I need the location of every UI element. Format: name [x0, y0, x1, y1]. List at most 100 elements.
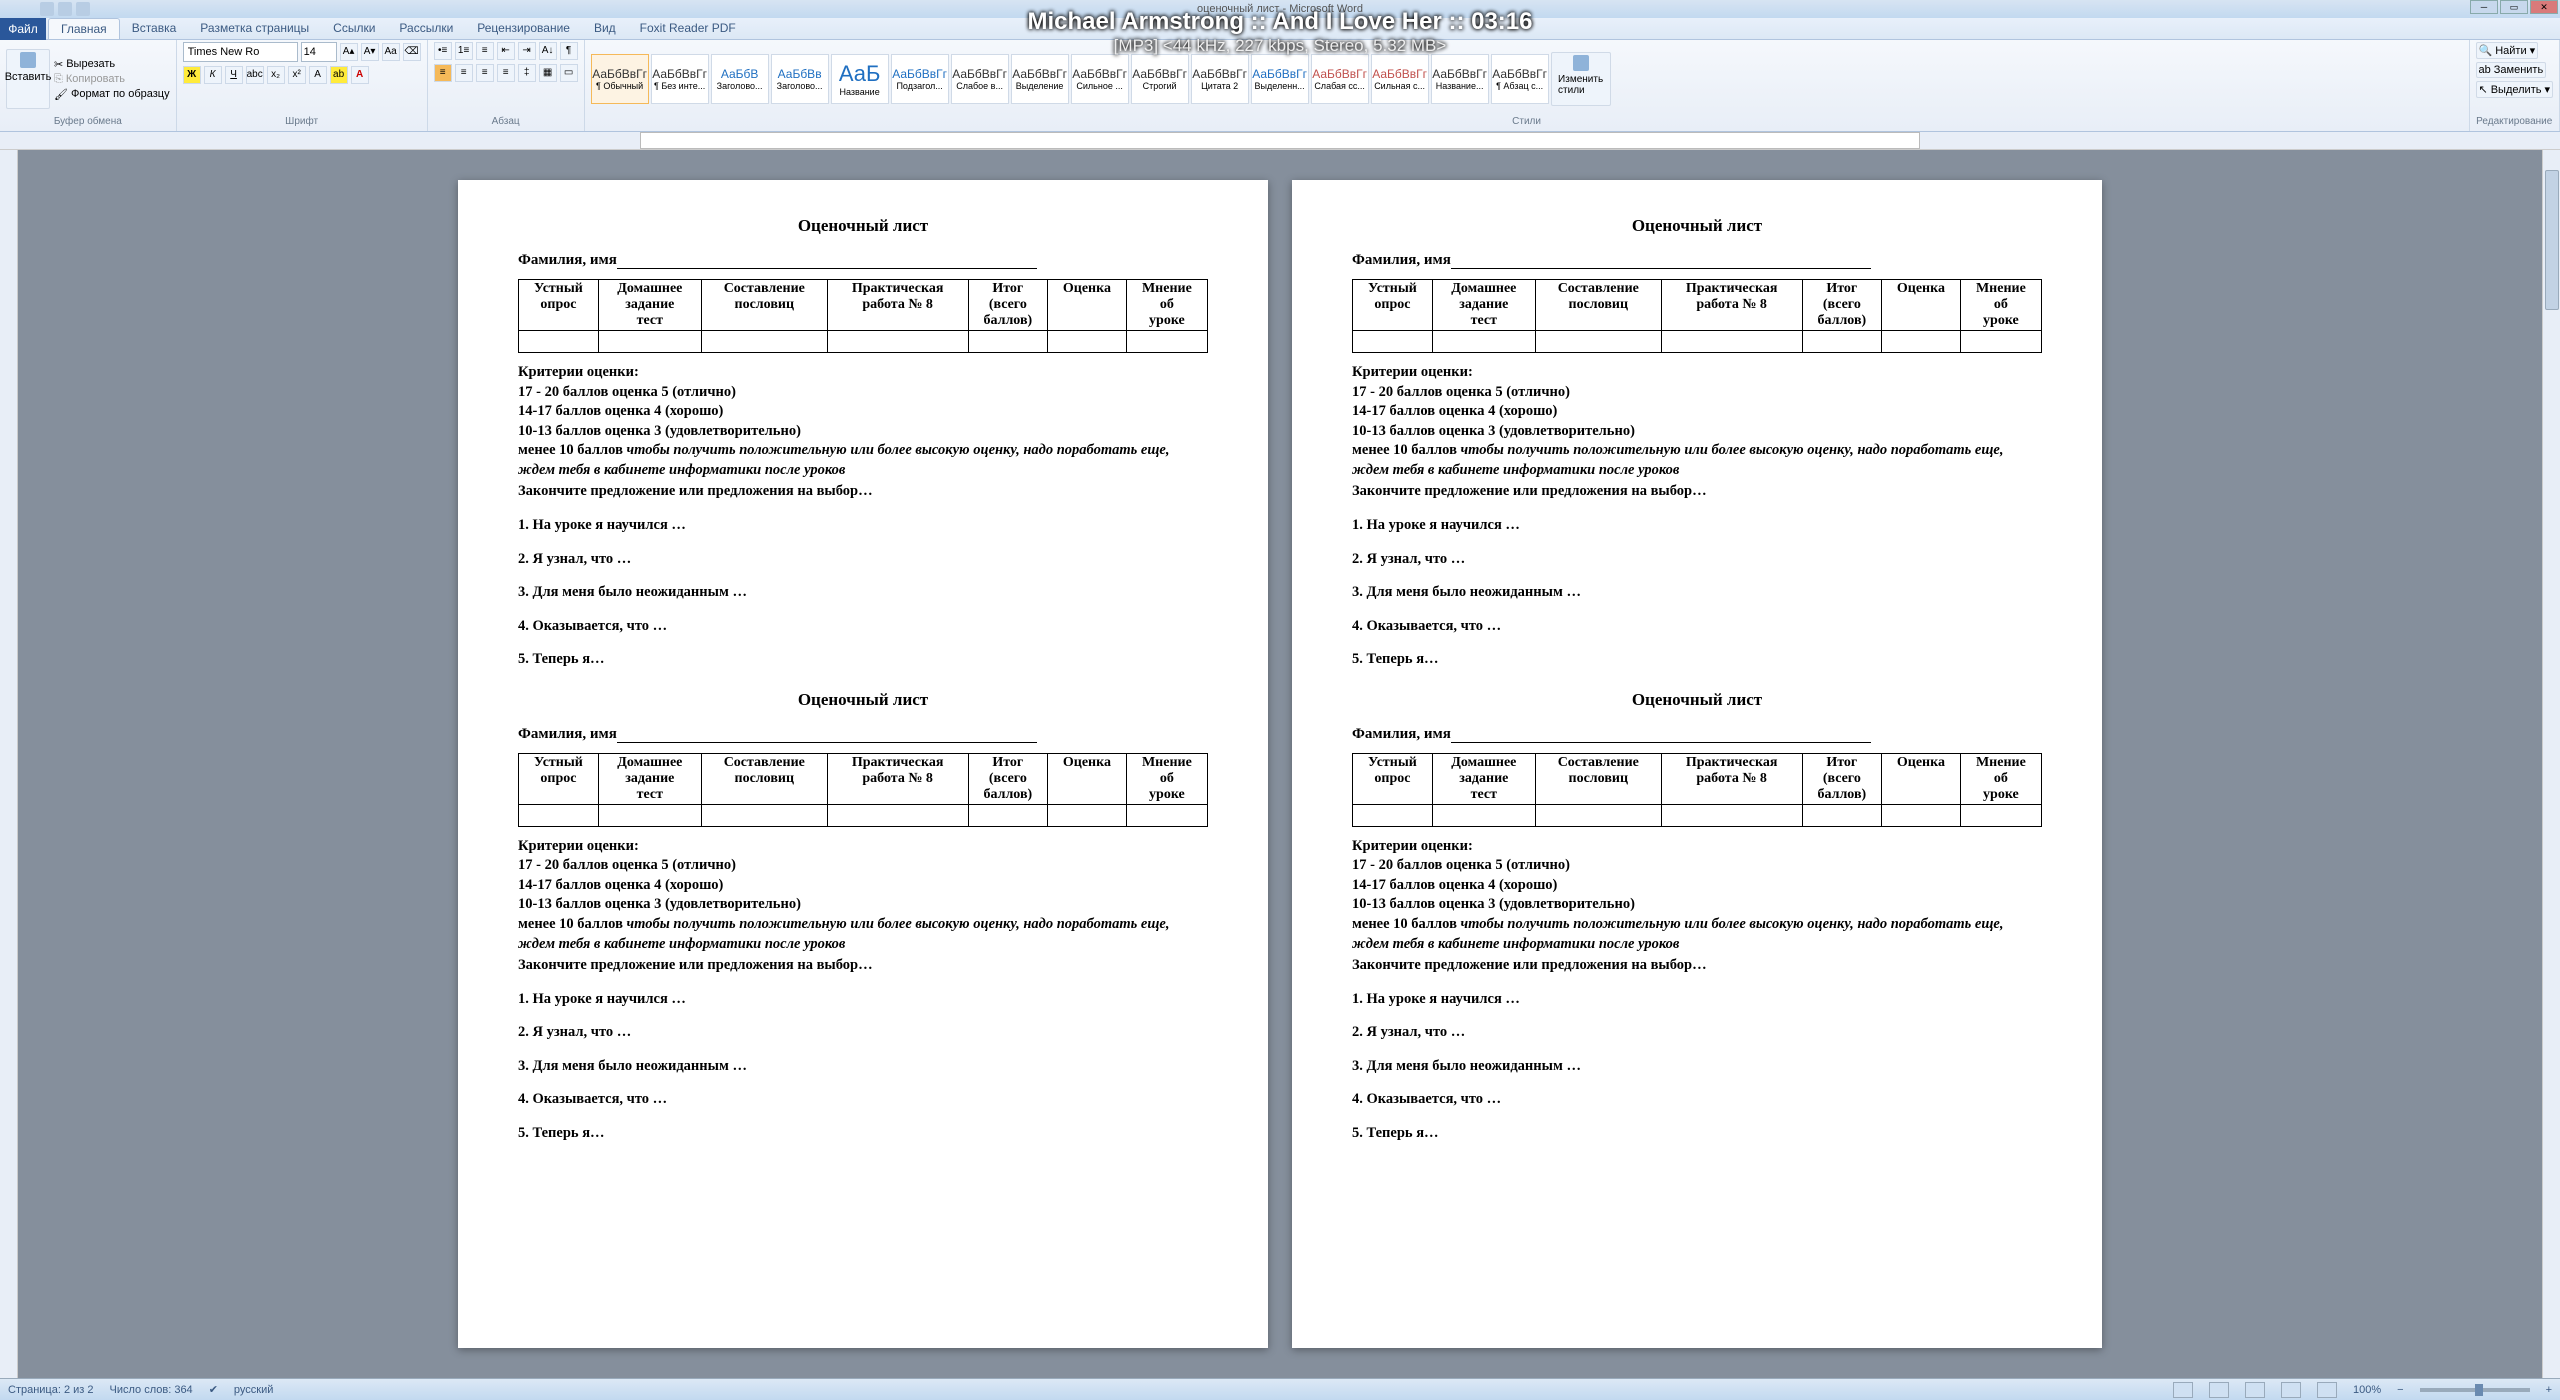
tab-page-layout[interactable]: Разметка страницы [188, 18, 321, 39]
status-words[interactable]: Число слов: 364 [110, 1384, 193, 1396]
maximize-button[interactable]: ▭ [2500, 0, 2528, 14]
line-spacing-button[interactable]: ‡ [518, 64, 536, 82]
group-font-label: Шрифт [183, 116, 421, 129]
replace-button[interactable]: abЗаменить [2476, 62, 2547, 78]
bold-button[interactable]: Ж [183, 66, 201, 84]
zoom-out-button[interactable]: − [2397, 1384, 2403, 1396]
grade-table: УстныйопросДомашнеезаданиетестСоставлени… [1352, 753, 2042, 827]
style-item-2[interactable]: АаБбВЗаголово... [711, 54, 769, 104]
copy-button[interactable]: ⎘Копировать [54, 73, 170, 86]
view-print-layout-button[interactable] [2173, 1382, 2193, 1398]
tab-mailings[interactable]: Рассылки [387, 18, 465, 39]
style-item-0[interactable]: АаБбВвГг¶ Обычный [591, 54, 649, 104]
change-styles-button[interactable]: Изменить стили [1551, 52, 1611, 106]
name-line: Фамилия, имя [518, 726, 1208, 743]
borders-button[interactable]: ▭ [560, 64, 578, 82]
page-1[interactable]: Оценочный лист Фамилия, имя УстныйопросД… [458, 180, 1268, 1348]
group-paragraph: •≡ 1≡ ≡ ⇤ ⇥ A↓ ¶ ≡ ≡ ≡ ≡ ‡ ▦ ▭ Абзац [428, 40, 585, 131]
qat-redo-icon[interactable] [76, 2, 90, 16]
tab-references[interactable]: Ссылки [321, 18, 387, 39]
document-workspace[interactable]: Оценочный лист Фамилия, имя УстныйопросД… [0, 150, 2560, 1378]
group-clipboard-label: Буфер обмена [6, 116, 170, 129]
italic-button[interactable]: К [204, 66, 222, 84]
style-item-14[interactable]: АаБбВвГгНазвание... [1431, 54, 1489, 104]
style-item-11[interactable]: АаБбВвГгВыделенн... [1251, 54, 1309, 104]
grow-font-button[interactable]: A▴ [340, 43, 358, 61]
shrink-font-button[interactable]: A▾ [361, 43, 379, 61]
paste-icon [20, 52, 36, 68]
style-item-8[interactable]: АаБбВвГгСильное ... [1071, 54, 1129, 104]
sort-button[interactable]: A↓ [539, 42, 557, 60]
vertical-ruler[interactable] [0, 150, 18, 1378]
subscript-button[interactable]: x₂ [267, 66, 285, 84]
style-item-5[interactable]: АаБбВвГгПодзагол... [891, 54, 949, 104]
zoom-level[interactable]: 100% [2353, 1384, 2381, 1396]
minimize-button[interactable]: ─ [2470, 0, 2498, 14]
view-outline-button[interactable] [2281, 1382, 2301, 1398]
scrollbar-thumb[interactable] [2545, 170, 2559, 310]
tab-review[interactable]: Рецензирование [465, 18, 582, 39]
tab-view[interactable]: Вид [582, 18, 628, 39]
status-page[interactable]: Страница: 2 из 2 [8, 1384, 94, 1396]
vertical-scrollbar[interactable] [2542, 150, 2560, 1378]
status-language[interactable]: русский [234, 1384, 273, 1396]
status-proofing-icon[interactable]: ✔ [209, 1383, 218, 1396]
font-name-combo[interactable] [183, 42, 298, 62]
align-right-button[interactable]: ≡ [476, 64, 494, 82]
text-effects-button[interactable]: A [309, 66, 327, 84]
align-center-button[interactable]: ≡ [455, 64, 473, 82]
numbering-button[interactable]: 1≡ [455, 42, 473, 60]
tab-insert[interactable]: Вставка [120, 18, 189, 39]
font-size-combo[interactable] [301, 42, 337, 62]
shading-button[interactable]: ▦ [539, 64, 557, 82]
increase-indent-button[interactable]: ⇥ [518, 42, 536, 60]
cut-button[interactable]: ✂Вырезать [54, 58, 170, 71]
justify-button[interactable]: ≡ [497, 64, 515, 82]
format-painter-button[interactable]: 🖌Формат по образцу [54, 88, 170, 101]
style-item-15[interactable]: АаБбВвГг¶ Абзац с... [1491, 54, 1549, 104]
paste-button[interactable]: Вставить [6, 49, 50, 109]
superscript-button[interactable]: x² [288, 66, 306, 84]
page-2[interactable]: Оценочный лист Фамилия, имя УстныйопросД… [1292, 180, 2102, 1348]
strike-button[interactable]: abc [246, 66, 264, 84]
close-button[interactable]: ✕ [2530, 0, 2558, 14]
multilevel-button[interactable]: ≡ [476, 42, 494, 60]
style-item-1[interactable]: АаБбВвГг¶ Без инте... [651, 54, 709, 104]
style-item-4[interactable]: АаБНазвание [831, 54, 889, 104]
sheet-title: Оценочный лист [1352, 690, 2042, 710]
style-item-7[interactable]: АаБбВвГгВыделение [1011, 54, 1069, 104]
underline-button[interactable]: Ч [225, 66, 243, 84]
quick-access-toolbar [40, 2, 90, 16]
style-item-3[interactable]: АаБбВвЗаголово... [771, 54, 829, 104]
select-button[interactable]: ↖Выделить ▾ [2476, 81, 2554, 98]
font-color-button[interactable]: A [351, 66, 369, 84]
change-case-button[interactable]: Aa [382, 43, 400, 61]
decrease-indent-button[interactable]: ⇤ [497, 42, 515, 60]
style-item-9[interactable]: АаБбВвГгСтрогий [1131, 54, 1189, 104]
view-web-button[interactable] [2245, 1382, 2265, 1398]
status-bar: Страница: 2 из 2 Число слов: 364 ✔ русск… [0, 1378, 2560, 1400]
group-clipboard: Вставить ✂Вырезать ⎘Копировать 🖌Формат п… [0, 40, 177, 131]
tab-foxit[interactable]: Foxit Reader PDF [628, 18, 748, 39]
tab-home[interactable]: Главная [48, 18, 120, 39]
zoom-slider[interactable] [2420, 1388, 2530, 1392]
view-full-button[interactable] [2209, 1382, 2229, 1398]
qat-save-icon[interactable] [40, 2, 54, 16]
show-marks-button[interactable]: ¶ [560, 42, 578, 60]
highlight-button[interactable]: ab [330, 66, 348, 84]
clear-format-button[interactable]: ⌫ [403, 43, 421, 61]
window-controls: ─ ▭ ✕ [2470, 0, 2558, 14]
find-button[interactable]: 🔍Найти ▾ [2476, 42, 2539, 59]
view-draft-button[interactable] [2317, 1382, 2337, 1398]
qat-undo-icon[interactable] [58, 2, 72, 16]
bullets-button[interactable]: •≡ [434, 42, 452, 60]
zoom-in-button[interactable]: + [2546, 1384, 2552, 1396]
style-item-13[interactable]: АаБбВвГгСильная с... [1371, 54, 1429, 104]
copy-icon: ⎘ [54, 73, 63, 86]
style-item-10[interactable]: АаБбВвГгЦитата 2 [1191, 54, 1249, 104]
file-tab[interactable]: Файл [0, 18, 46, 40]
align-left-button[interactable]: ≡ [434, 64, 452, 82]
horizontal-ruler[interactable] [0, 132, 2560, 150]
style-item-6[interactable]: АаБбВвГгСлабое в... [951, 54, 1009, 104]
style-item-12[interactable]: АаБбВвГгСлабая сс... [1311, 54, 1369, 104]
